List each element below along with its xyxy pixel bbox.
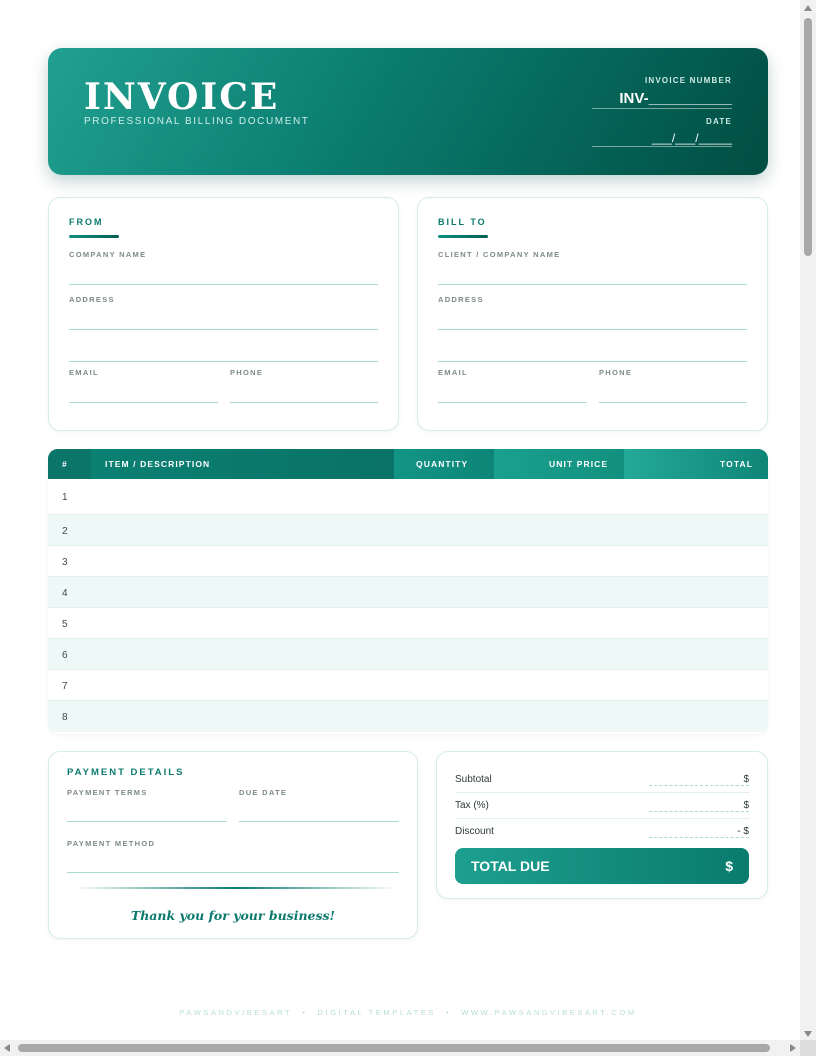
from-company-label: COMPANY NAME — [69, 250, 147, 259]
table-row[interactable]: 2 — [48, 515, 768, 546]
header-quantity: QUANTITY — [416, 459, 469, 469]
scrollbar-corner — [800, 1040, 816, 1056]
footer-separator: • — [446, 1008, 452, 1017]
tax-value: $ — [743, 800, 749, 811]
footer-website: WWW.PAWSANDVIBESART.COM — [461, 1008, 637, 1017]
bill-to-email-label: EMAIL — [438, 368, 468, 377]
summary-card: Subtotal $ Tax (%) $ Discount - $ TOTAL … — [436, 751, 768, 899]
summary-divider — [455, 818, 750, 819]
payment-card: PAYMENT DETAILS PAYMENT TERMS DUE DATE P… — [48, 751, 418, 939]
header-total: TOTAL — [720, 459, 754, 469]
header-cell-bg-num — [48, 449, 91, 479]
date-label: DATE — [706, 117, 732, 126]
from-company-field[interactable] — [69, 284, 378, 285]
total-due-label: TOTAL DUE — [471, 858, 550, 874]
vertical-scrollbar[interactable] — [800, 0, 816, 1040]
payment-title: PAYMENT DETAILS — [67, 767, 185, 778]
horizontal-scrollbar[interactable] — [0, 1040, 800, 1056]
footer: PAWSANDVIBESART • DIGITAL TEMPLATES • WWW.PA… — [0, 1008, 816, 1017]
summary-divider — [455, 792, 750, 793]
bill-to-accent-bar — [438, 235, 488, 238]
from-email-label: EMAIL — [69, 368, 99, 377]
table-row[interactable]: 3 — [48, 546, 768, 577]
row-number: 8 — [62, 712, 68, 723]
payment-terms-field[interactable] — [67, 821, 227, 822]
payment-terms-label: PAYMENT TERMS — [67, 788, 148, 797]
bill-to-email-field[interactable] — [438, 402, 587, 403]
bill-to-company-field[interactable] — [438, 284, 747, 285]
scroll-left-icon[interactable] — [4, 1044, 10, 1052]
discount-value: - $ — [737, 826, 749, 837]
header-unit-price: UNIT PRICE — [549, 459, 609, 469]
invoice-number-field[interactable]: INV-__________ — [592, 90, 732, 109]
date-field[interactable]: ___/___/_____ — [592, 131, 732, 147]
subtotal-value: $ — [743, 774, 749, 785]
row-number: 5 — [62, 619, 68, 630]
row-number: 6 — [62, 650, 68, 661]
bill-to-phone-label: PHONE — [599, 368, 633, 377]
table-row[interactable]: 8 — [48, 701, 768, 732]
invoice-title: INVOICE — [84, 76, 280, 118]
table-row[interactable]: 1 — [48, 479, 768, 515]
payment-method-label: PAYMENT METHOD — [67, 839, 156, 848]
thank-you-message: Thank you for your business! — [130, 908, 336, 923]
row-number: 4 — [62, 588, 68, 599]
thanks-divider — [73, 887, 398, 889]
from-address-field-2[interactable] — [69, 361, 378, 362]
payment-method-field[interactable] — [67, 872, 399, 873]
invoice-number-label: INVOICE NUMBER — [644, 76, 732, 85]
from-title: FROM — [69, 217, 104, 227]
from-accent-bar — [69, 235, 119, 238]
vertical-scroll-thumb[interactable] — [804, 18, 812, 256]
scroll-up-icon[interactable] — [804, 5, 812, 11]
scroll-right-icon[interactable] — [790, 1044, 796, 1052]
items-table: # ITEM / DESCRIPTION QUANTITY UNIT PRICE… — [48, 449, 768, 734]
footer-separator: • — [302, 1008, 308, 1017]
total-due-value: $ — [725, 858, 733, 874]
discount-label: Discount — [455, 826, 494, 837]
bill-to-address-field-1[interactable] — [438, 329, 747, 330]
bill-to-address-label: ADDRESS — [438, 295, 484, 304]
table-header: # ITEM / DESCRIPTION QUANTITY UNIT PRICE… — [48, 449, 768, 479]
header-description: ITEM / DESCRIPTION — [105, 459, 211, 469]
footer-brand: PAWSANDVIBESART — [179, 1008, 293, 1017]
bill-to-company-label: CLIENT / COMPANY NAME — [438, 250, 561, 259]
tax-field[interactable] — [649, 811, 749, 812]
bill-to-address-field-2[interactable] — [438, 361, 747, 362]
subtotal-field[interactable] — [649, 785, 749, 786]
row-number: 7 — [62, 681, 68, 692]
due-date-label: DUE DATE — [239, 788, 288, 797]
horizontal-scroll-thumb[interactable] — [18, 1044, 770, 1052]
row-number: 1 — [62, 492, 68, 503]
from-card: FROM COMPANY NAME ADDRESS EMAIL PHONE — [48, 197, 399, 431]
bill-to-card: BILL TO CLIENT / COMPANY NAME ADDRESS EM… — [417, 197, 768, 431]
total-due-bar: TOTAL DUE $ — [455, 848, 749, 884]
footer-tagline: DIGITAL TEMPLATES — [317, 1008, 437, 1017]
table-row[interactable]: 5 — [48, 608, 768, 639]
discount-field[interactable] — [649, 837, 749, 838]
from-phone-label: PHONE — [230, 368, 264, 377]
table-row[interactable]: 4 — [48, 577, 768, 608]
from-address-label: ADDRESS — [69, 295, 115, 304]
bill-to-title: BILL TO — [438, 217, 487, 227]
row-number: 2 — [62, 526, 68, 537]
table-row[interactable]: 6 — [48, 639, 768, 670]
scroll-down-icon[interactable] — [804, 1031, 812, 1037]
invoice-subtitle: PROFESSIONAL BILLING DOCUMENT — [84, 116, 310, 127]
due-date-field[interactable] — [239, 821, 399, 822]
subtotal-label: Subtotal — [455, 774, 492, 785]
table-row[interactable]: 7 — [48, 670, 768, 701]
header-number: # — [62, 459, 68, 469]
from-email-field[interactable] — [69, 402, 218, 403]
from-phone-field[interactable] — [230, 402, 378, 403]
from-address-field-1[interactable] — [69, 329, 378, 330]
row-number: 3 — [62, 557, 68, 568]
bill-to-phone-field[interactable] — [599, 402, 747, 403]
tax-label: Tax (%) — [455, 800, 489, 811]
invoice-header: INVOICE PROFESSIONAL BILLING DOCUMENT IN… — [48, 48, 768, 175]
